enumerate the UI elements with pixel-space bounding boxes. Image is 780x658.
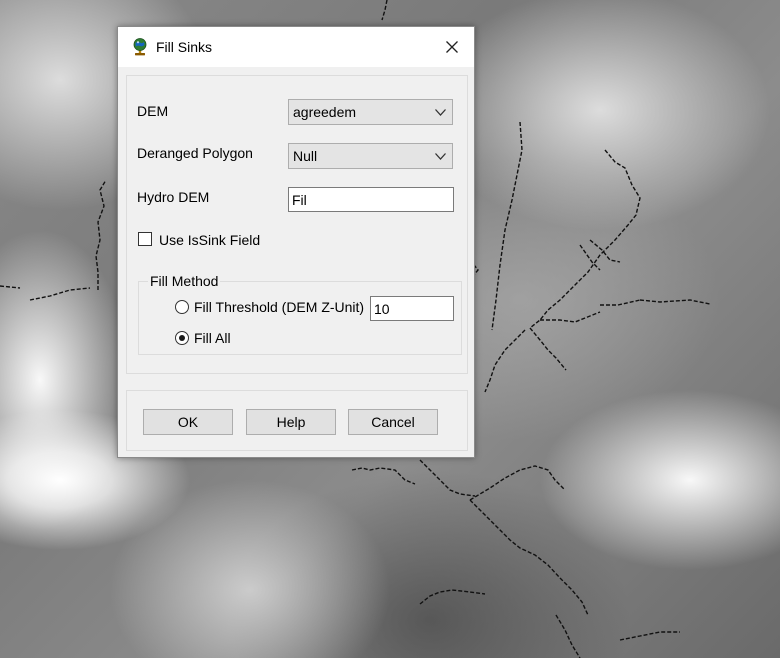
dem-label: DEM <box>137 103 169 119</box>
close-button[interactable] <box>430 27 474 67</box>
fill-all-label[interactable]: Fill All <box>194 330 231 346</box>
dem-dropdown[interactable]: agreedem <box>288 99 453 125</box>
fill-all-radio[interactable] <box>175 331 189 345</box>
chevron-down-icon <box>435 109 446 116</box>
chevron-down-icon <box>435 153 446 160</box>
fill-threshold-radio[interactable] <box>175 300 189 314</box>
dem-value: agreedem <box>293 104 357 120</box>
use-issink-label[interactable]: Use IsSink Field <box>159 232 260 248</box>
fill-threshold-input[interactable]: 10 <box>370 296 454 321</box>
hydro-dem-value: Fil <box>292 192 307 208</box>
fill-threshold-value: 10 <box>374 301 390 317</box>
close-icon <box>446 41 458 53</box>
fill-method-title: Fill Method <box>148 273 221 289</box>
window-title: Fill Sinks <box>156 39 213 55</box>
fill-threshold-label[interactable]: Fill Threshold (DEM Z-Unit) <box>194 299 364 315</box>
cancel-button[interactable]: Cancel <box>348 409 438 435</box>
deranged-polygon-value: Null <box>293 148 318 164</box>
hydro-dem-label: Hydro DEM <box>137 189 210 205</box>
help-button[interactable]: Help <box>246 409 336 435</box>
title-bar[interactable]: Fill Sinks <box>118 27 474 67</box>
deranged-polygon-dropdown[interactable]: Null <box>288 143 453 169</box>
arc-globe-icon <box>133 38 147 56</box>
use-issink-checkbox[interactable] <box>138 232 152 246</box>
deranged-polygon-label: Deranged Polygon <box>137 145 253 161</box>
ok-button[interactable]: OK <box>143 409 233 435</box>
fill-sinks-dialog: Fill Sinks DEM agreedem Deranged Polygon… <box>117 26 475 458</box>
hydro-dem-input[interactable]: Fil <box>288 187 454 212</box>
